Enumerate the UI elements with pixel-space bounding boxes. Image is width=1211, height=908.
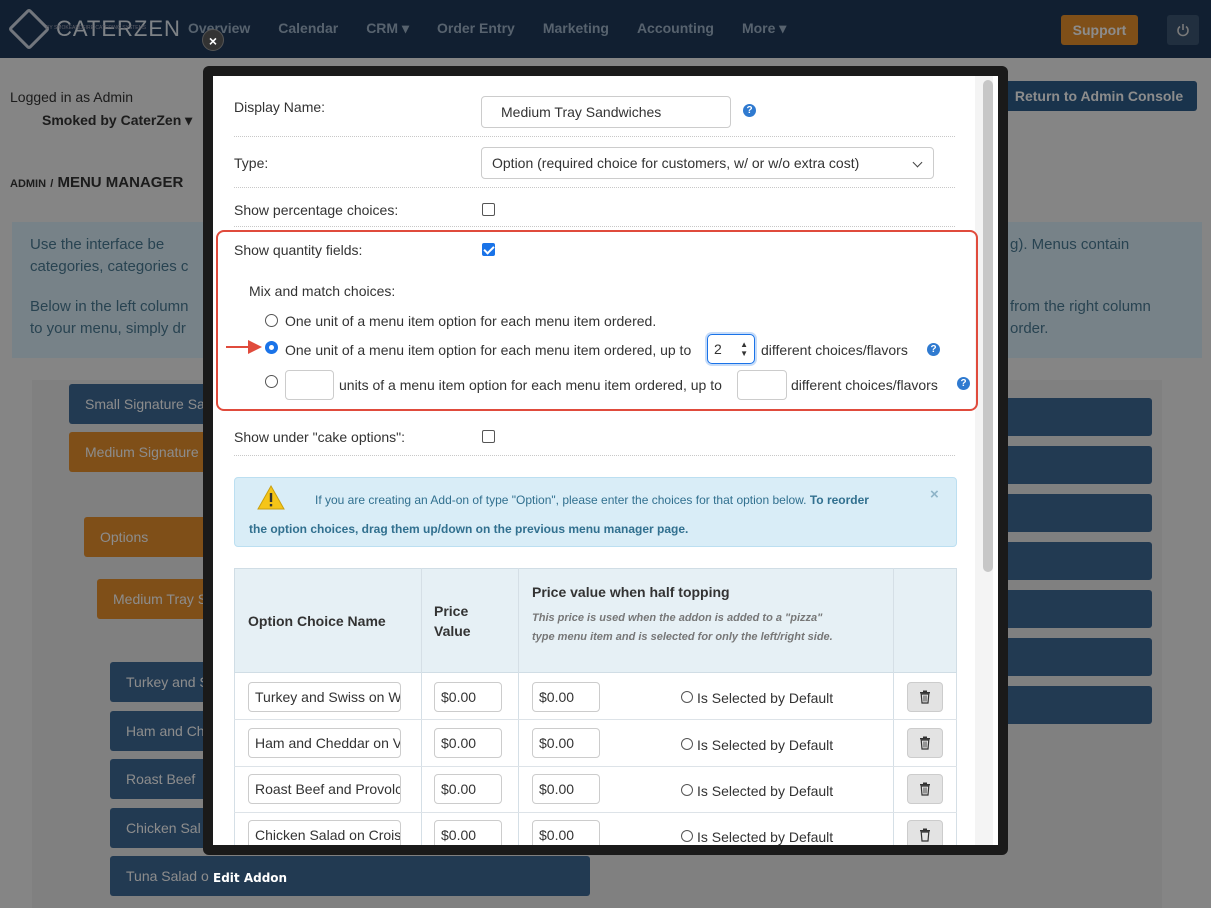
half-price-input[interactable]: $0.00 [532, 774, 600, 804]
max-choices-value: 2 [714, 341, 722, 357]
col-header-half-note-1: This price is used when the addon is add… [532, 612, 823, 624]
units-input[interactable] [285, 370, 334, 400]
column-divider [518, 568, 519, 845]
cake-options-checkbox[interactable] [482, 430, 495, 443]
divider [234, 136, 955, 137]
info-alert [234, 477, 957, 547]
help-icon[interactable]: ? [957, 377, 970, 390]
trash-icon [920, 782, 930, 796]
default-radio[interactable] [681, 830, 693, 842]
stepper-arrows-icon[interactable]: ▲ ▼ [740, 340, 748, 358]
alert-close-icon[interactable]: × [930, 486, 939, 503]
type-label: Type: [234, 155, 269, 171]
default-label: Is Selected by Default [697, 829, 834, 845]
divider [234, 187, 955, 188]
col-header-half-note-2: type menu item and is selected for only … [532, 631, 833, 643]
default-radio[interactable] [681, 738, 693, 750]
mix-option-1-label: One unit of a menu item option for each … [285, 313, 657, 329]
trash-icon [920, 690, 930, 704]
mix-option-1-radio[interactable] [265, 314, 278, 327]
choice-name-input[interactable]: Ham and Cheddar on V [248, 728, 401, 758]
price-input[interactable]: $0.00 [434, 774, 502, 804]
delete-row-button[interactable] [907, 774, 943, 804]
warning-icon [257, 484, 285, 510]
default-radio[interactable] [681, 691, 693, 703]
column-divider [893, 568, 894, 845]
show-percentage-label: Show percentage choices: [234, 202, 399, 218]
alert-text-normal: If you are creating an Add-on of type "O… [315, 493, 807, 507]
price-input[interactable]: $0.00 [434, 820, 502, 845]
close-icon[interactable]: × [202, 29, 224, 51]
col-header-half: Price value when half topping [532, 584, 730, 600]
choice-name-input[interactable]: Roast Beef and Provolc [248, 774, 401, 804]
price-input[interactable]: $0.00 [434, 682, 502, 712]
mix-option-2-radio[interactable] [265, 341, 278, 354]
default-label: Is Selected by Default [697, 737, 834, 753]
mix-option-2-label: One unit of a menu item option for each … [285, 342, 692, 358]
half-price-input[interactable]: $0.00 [532, 682, 600, 712]
half-price-input[interactable]: $0.00 [532, 820, 600, 845]
mix-match-label: Mix and match choices: [249, 283, 396, 299]
price-input[interactable]: $0.00 [434, 728, 502, 758]
choice-name-input[interactable]: Chicken Salad on Crois [248, 820, 401, 845]
row-divider [234, 719, 957, 720]
show-quantity-label: Show quantity fields: [234, 242, 363, 258]
mix-option-3-suffix: different choices/flavors [791, 377, 938, 393]
delete-row-button[interactable] [907, 682, 943, 712]
choice-name-input[interactable]: Turkey and Swiss on W [248, 682, 401, 712]
trash-icon [920, 828, 930, 842]
default-label: Is Selected by Default [697, 690, 834, 706]
help-icon[interactable]: ? [743, 104, 756, 117]
arrow-pointer-icon [226, 340, 262, 354]
divider [234, 455, 955, 456]
delete-row-button[interactable] [907, 820, 943, 845]
modal-scrollbar-thumb[interactable] [983, 80, 993, 572]
default-label: Is Selected by Default [697, 783, 834, 799]
alert-text: If you are creating an Add-on of type "O… [315, 493, 869, 507]
trash-icon [920, 736, 930, 750]
mix-option-3-label: units of a menu item option for each men… [339, 377, 722, 393]
divider [234, 226, 955, 227]
chevron-down-icon [912, 157, 923, 168]
column-divider [421, 568, 422, 845]
table-row-clip: Chicken Salad on Crois $0.00 $0.00 Is Se… [234, 813, 957, 845]
col-header-price-1: Price [434, 603, 469, 619]
show-quantity-checkbox[interactable] [482, 243, 495, 256]
type-select[interactable]: Option (required choice for customers, w… [481, 147, 934, 179]
col-header-half-note: This price is used when the addon is add… [532, 609, 833, 647]
choices-limit-input[interactable] [737, 370, 787, 400]
default-radio[interactable] [681, 784, 693, 796]
type-select-value: Option (required choice for customers, w… [492, 155, 860, 171]
modal-title: Edit Addon [213, 871, 288, 885]
mix-option-2-suffix: different choices/flavors [761, 342, 908, 358]
half-price-input[interactable]: $0.00 [532, 728, 600, 758]
alert-text-bold-line: the option choices, drag them up/down on… [249, 522, 689, 536]
cake-options-label: Show under "cake options": [234, 429, 406, 445]
col-header-name: Option Choice Name [248, 613, 386, 629]
display-name-input[interactable]: Medium Tray Sandwiches [481, 96, 731, 128]
alert-text-bold: To reorder [809, 493, 869, 507]
mix-option-3-radio[interactable] [265, 375, 278, 388]
col-header-price-2: Value [434, 623, 471, 639]
delete-row-button[interactable] [907, 728, 943, 758]
display-name-label: Display Name: [234, 99, 326, 115]
max-choices-input[interactable]: 2 ▲ ▼ [707, 334, 755, 364]
help-icon[interactable]: ? [927, 343, 940, 356]
row-divider [234, 766, 957, 767]
show-percentage-checkbox[interactable] [482, 203, 495, 216]
